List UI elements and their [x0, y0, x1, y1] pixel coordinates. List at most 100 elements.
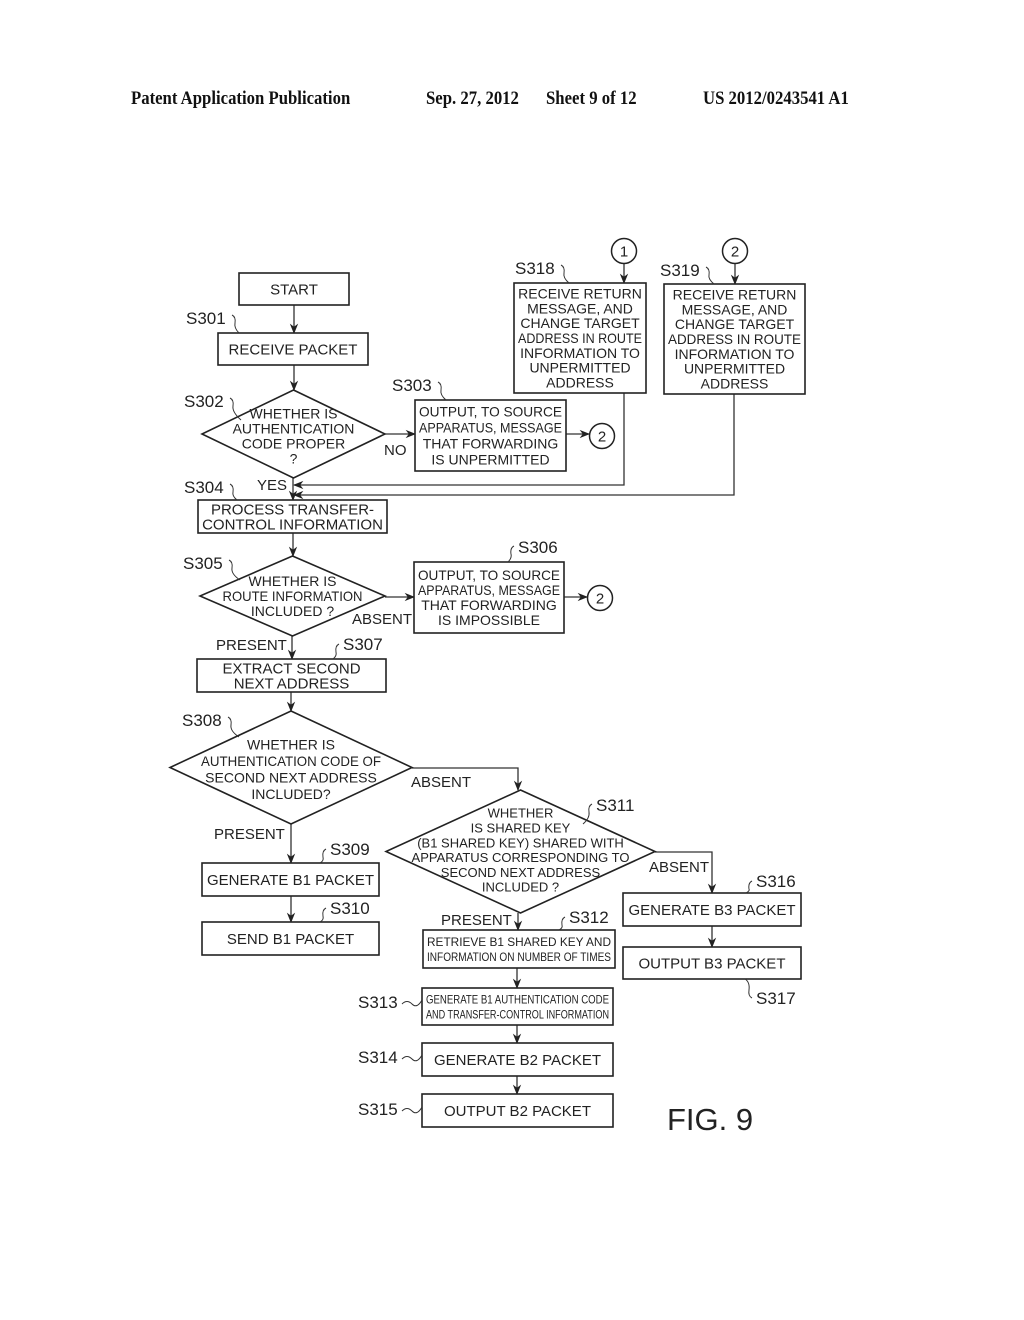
connector-one: 1: [610, 237, 638, 265]
s302-text-line: WHETHER IS: [250, 406, 338, 422]
step-id: S303: [392, 376, 432, 395]
s304-text-line: CONTROL INFORMATION: [202, 516, 383, 533]
s311-text-line: IS SHARED KEY: [471, 820, 571, 835]
edge-label-present: PRESENT: [214, 826, 285, 843]
edge-label-present: PRESENT: [216, 637, 287, 654]
s306-text-line: IS IMPOSSIBLE: [438, 612, 540, 628]
leader-line: [319, 907, 327, 923]
process-box-s316: GENERATE B3 PACKET: [622, 892, 802, 927]
s318-text-line: ADDRESS IN ROUTE: [518, 330, 642, 346]
step-label-s313: S313: [358, 993, 423, 1012]
connector-two: 2: [721, 237, 749, 265]
connector-number: 2: [731, 244, 739, 261]
process-box-s313: GENERATE B1 AUTHENTICATION CODEAND TRANS…: [421, 987, 614, 1026]
s305-text-line: INCLUDED ?: [251, 603, 334, 619]
s306-text-line: APPARATUS, MESSAGE: [418, 582, 560, 598]
start-text-line: START: [270, 281, 318, 298]
leader-line: [228, 559, 241, 581]
step-id: S306: [518, 538, 558, 557]
leader-line: [319, 848, 327, 864]
connector-two: 2: [586, 584, 614, 612]
step-id: S305: [183, 554, 223, 573]
step-id: S312: [569, 908, 609, 927]
s318-text-line: RECEIVE RETURN: [518, 286, 642, 302]
process-box-s319: RECEIVE RETURNMESSAGE, ANDCHANGE TARGETA…: [663, 283, 806, 395]
s311-text-line: INCLUDED ?: [482, 880, 559, 895]
s319-text-line: ADDRESS IN ROUTE: [668, 331, 801, 347]
step-label-s303: S303: [392, 376, 447, 401]
process-box-s315: OUTPUT B2 PACKET: [421, 1093, 614, 1128]
s317-text-line: OUTPUT B3 PACKET: [639, 955, 786, 972]
leader-line: [437, 381, 447, 401]
s303-text-line: IS UNPERMITTED: [431, 452, 549, 468]
process-box-s304: PROCESS TRANSFER-CONTROL INFORMATION: [197, 499, 388, 534]
step-id: S302: [184, 392, 224, 411]
process-box-s309: GENERATE B1 PACKET: [201, 862, 380, 897]
leader-line: [229, 483, 238, 501]
s318-text-line: INFORMATION TO: [520, 345, 640, 361]
leader-line: [744, 978, 753, 999]
step-label-s308: S308: [182, 711, 240, 738]
step-label-s307: S307: [332, 635, 383, 660]
leader-line: [560, 264, 570, 284]
step-label-s311: S311: [582, 796, 634, 825]
s319-text-line: UNPERMITTED: [684, 361, 785, 377]
s308-text-line: WHETHER IS: [247, 736, 335, 752]
leader-line: [705, 266, 715, 285]
step-label-s302: S302: [184, 392, 242, 421]
connector-number: 2: [598, 429, 606, 446]
leader-line: [401, 1106, 423, 1114]
step-id: S307: [343, 635, 383, 654]
step-id: S317: [756, 989, 796, 1008]
step-id: S301: [186, 309, 226, 328]
s315-text-line: OUTPUT B2 PACKET: [444, 1103, 591, 1120]
s303-text-line: THAT FORWARDING: [423, 436, 559, 452]
s318-text-line: ADDRESS: [546, 374, 614, 390]
s311-text-line: (B1 SHARED KEY) SHARED WITH: [417, 835, 624, 850]
process-box-s306: OUTPUT, TO SOURCEAPPARATUS, MESSAGETHAT …: [413, 561, 565, 634]
connector-number: 1: [620, 244, 628, 261]
edge-label-absent: ABSENT: [352, 611, 412, 628]
s319-text-line: INFORMATION TO: [675, 346, 795, 362]
s319-text-line: ADDRESS: [701, 375, 769, 391]
process-box-s314: GENERATE B2 PACKET: [421, 1042, 614, 1077]
s316-text-line: GENERATE B3 PACKET: [629, 902, 796, 919]
s305-text-line: ROUTE INFORMATION: [223, 588, 363, 604]
step-id: S304: [184, 478, 224, 497]
step-label-s304: S304: [184, 478, 238, 501]
shapes: STARTRECEIVE PACKETOUTPUT, TO SOURCEAPPA…: [168, 237, 806, 1128]
s312-text-line: INFORMATION ON NUMBER OF TIMES: [427, 950, 611, 964]
s311-text-line: SECOND NEXT ADDRESS: [441, 865, 601, 880]
figure-label: FIG. 9: [667, 1102, 753, 1137]
step-label-s316: S316: [745, 872, 796, 894]
step-label-s312: S312: [558, 908, 609, 931]
edge-label-absent: ABSENT: [649, 859, 709, 876]
step-id: S309: [330, 840, 370, 859]
connector-number: 2: [596, 591, 604, 608]
leader-line: [227, 716, 240, 738]
step-id: S313: [358, 993, 398, 1012]
s302-text-line: CODE PROPER: [242, 436, 345, 452]
s311-text-line: APPARATUS CORRESPONDING TO: [412, 850, 630, 865]
s305-text-line: WHETHER IS: [249, 573, 337, 589]
s308-text-line: AUTHENTICATION CODE OF: [201, 753, 381, 769]
process-box-s303: OUTPUT, TO SOURCEAPPARATUS, MESSAGETHAT …: [414, 399, 567, 472]
process-box-s317: OUTPUT B3 PACKET: [622, 946, 802, 980]
edge-label-absent: ABSENT: [411, 774, 471, 791]
leader-line: [401, 999, 423, 1007]
s302-text-line: AUTHENTICATION: [233, 421, 355, 437]
leader-line: [745, 880, 753, 894]
s306-text-line: THAT FORWARDING: [421, 597, 557, 613]
process-box-s312: RETRIEVE B1 SHARED KEY ANDINFORMATION ON…: [422, 929, 616, 969]
leader-line: [231, 314, 240, 334]
step-id: S314: [358, 1048, 398, 1067]
s309-text-line: GENERATE B1 PACKET: [207, 872, 374, 889]
leader-line: [507, 545, 515, 563]
step-label-s318: S318: [515, 259, 570, 284]
leader-line: [332, 643, 340, 660]
s308-text-line: SECOND NEXT ADDRESS: [205, 769, 377, 785]
edge-label-no: NO: [384, 442, 407, 459]
step-label-s310: S310: [319, 899, 370, 923]
step-label-s319: S319: [660, 261, 715, 285]
s318-text-line: UNPERMITTED: [529, 360, 630, 376]
